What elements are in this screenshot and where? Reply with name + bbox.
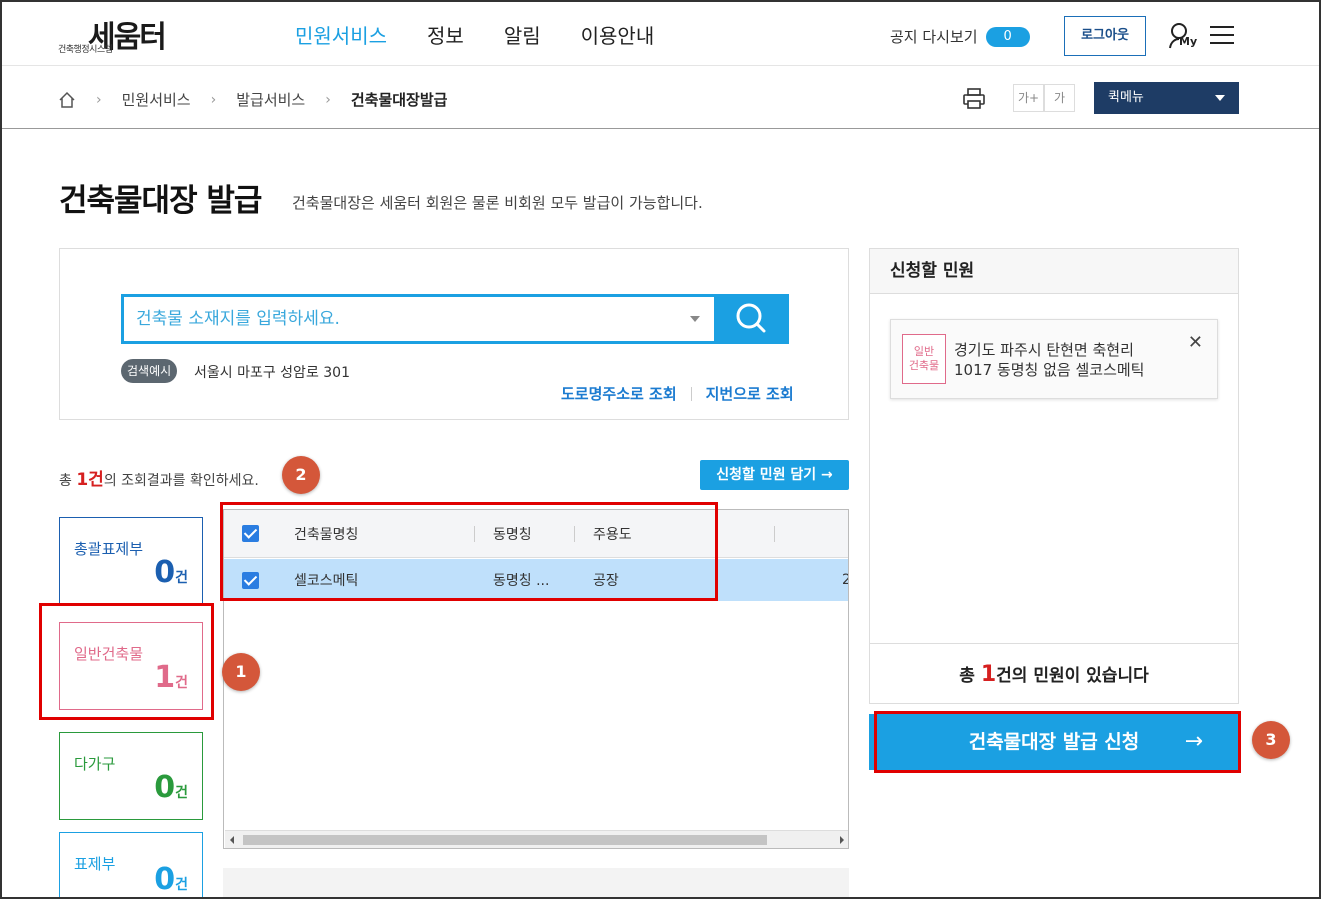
search-button[interactable]: [714, 294, 789, 344]
cell-truncated: 2: [842, 559, 848, 601]
summary-suffix: 건의 민원이 있습니다: [996, 666, 1149, 686]
logo[interactable]: 세움터 건축행정시스템: [58, 12, 198, 56]
tag-line: 건축물: [908, 359, 940, 372]
add-to-cart-button[interactable]: 신청할 민원 담기 →: [700, 460, 849, 490]
category-count: 0건: [154, 555, 188, 590]
address-line: 1017 동명칭 없음 셀코스메틱: [954, 361, 1145, 379]
breadcrumb: › 민원서비스 › 발급서비스 › 건축물대장발급: [58, 89, 447, 110]
result-summary: 총 1건의 조회결과를 확인하세요.: [59, 465, 259, 490]
print-icon[interactable]: [962, 87, 986, 109]
page-title: 건축물대장 발급: [59, 183, 262, 219]
detail-panel: [223, 868, 849, 897]
category-tab-summary-title[interactable]: 총괄표제부 0건: [59, 517, 203, 605]
cart-title: 신청할 민원: [870, 249, 1238, 294]
my-label: My: [1179, 35, 1198, 48]
cart-item-address: 경기도 파주시 탄현면 축현리 1017 동명칭 없음 셀코스메틱: [954, 340, 1144, 380]
nav-item-civil-service[interactable]: 민원서비스: [295, 20, 387, 49]
tag-line: 일반: [913, 345, 935, 358]
cart-item: 일반 건축물 경기도 파주시 탄현면 축현리 1017 동명칭 없음 셀코스메틱…: [890, 319, 1218, 399]
logo-subtitle: 건축행정시스템: [58, 45, 113, 55]
close-icon[interactable]: ✕: [1188, 332, 1203, 353]
search-example-text: 서울시 마포구 성암로 301: [194, 365, 350, 381]
breadcrumb-item-issue-service[interactable]: 발급서비스: [236, 89, 305, 110]
quick-menu-label: 퀵메뉴: [1108, 90, 1144, 105]
search-example-badge: 검색예시: [121, 359, 178, 383]
category-label: 총괄표제부: [74, 540, 144, 558]
caret-down-icon[interactable]: [690, 316, 700, 322]
scrollbar-thumb[interactable]: [243, 835, 767, 845]
chevron-right-icon: ›: [210, 91, 217, 108]
search-mode-links: 도로명주소로 조회 지번으로 조회: [561, 383, 794, 404]
scroll-left-icon[interactable]: [230, 836, 234, 844]
home-icon[interactable]: [58, 91, 76, 109]
category-tab-multi-household[interactable]: 다가구 0건: [59, 732, 203, 820]
notice-replay[interactable]: 공지 다시보기 0: [890, 26, 1030, 47]
header: 세움터 건축행정시스템 민원서비스 정보 알림 이용안내 공지 다시보기 0 로…: [2, 2, 1319, 66]
breadcrumb-item-current: 건축물대장발급: [350, 91, 448, 109]
quick-menu-dropdown[interactable]: 퀵메뉴: [1094, 82, 1239, 114]
highlight-box-step-1: [39, 603, 214, 720]
address-search-input[interactable]: [136, 309, 666, 329]
category-label: 표제부: [74, 855, 116, 873]
divider: [690, 386, 692, 401]
nav-item-info[interactable]: 정보: [427, 20, 464, 49]
application-cart: 신청할 민원 일반 건축물 경기도 파주시 탄현면 축현리 1017 동명칭 없…: [869, 248, 1239, 704]
highlight-box-step-3: [874, 711, 1241, 773]
search-panel: 검색예시 서울시 마포구 성암로 301 도로명주소로 조회 지번으로 조회: [59, 248, 849, 420]
result-count: 1건: [76, 470, 104, 490]
road-address-search-link[interactable]: 도로명주소로 조회: [561, 383, 677, 404]
font-size-controls: 가+ 가: [1013, 84, 1075, 112]
page-frame: 세움터 건축행정시스템 민원서비스 정보 알림 이용안내 공지 다시보기 0 로…: [0, 0, 1321, 899]
font-normal-button[interactable]: 가: [1044, 84, 1075, 112]
chevron-right-icon: ›: [96, 91, 102, 108]
nav-item-guide[interactable]: 이용안내: [581, 20, 655, 49]
notice-count-badge: 0: [985, 26, 1030, 47]
summary-prefix: 총: [959, 666, 981, 686]
step-badge-3: 3: [1252, 721, 1290, 759]
step-badge-1: 1: [222, 653, 260, 691]
chevron-right-icon: ›: [325, 91, 331, 108]
page-description: 건축물대장은 세움터 회원은 물론 비회원 모두 발급이 가능합니다.: [292, 194, 703, 212]
result-suffix: 의 조회결과를 확인하세요.: [103, 473, 259, 489]
step-badge-2: 2: [282, 456, 320, 494]
search-icon: [736, 303, 766, 333]
breadcrumb-item-civil-service[interactable]: 민원서비스: [122, 89, 191, 110]
category-tab-title-section[interactable]: 표제부 0건: [59, 832, 203, 897]
notice-label: 공지 다시보기: [890, 28, 978, 46]
lot-number-search-link[interactable]: 지번으로 조회: [706, 383, 794, 404]
main-nav: 민원서비스 정보 알림 이용안내: [295, 20, 654, 49]
scroll-right-icon[interactable]: [840, 836, 844, 844]
font-increase-button[interactable]: 가+: [1013, 84, 1044, 112]
caret-down-icon: [1215, 95, 1225, 101]
summary-count: 1: [980, 662, 997, 687]
result-prefix: 총: [59, 473, 77, 489]
address-search-bar: [121, 294, 789, 344]
cart-summary: 총 1건의 민원이 있습니다: [870, 643, 1238, 705]
highlight-box-step-2: [220, 502, 718, 601]
logout-button[interactable]: 로그아웃: [1064, 16, 1146, 56]
column-divider: [774, 526, 775, 542]
category-count: 0건: [154, 770, 188, 805]
category-count: 0건: [154, 862, 188, 897]
nav-item-notice[interactable]: 알림: [504, 20, 541, 49]
horizontal-scrollbar[interactable]: [225, 830, 848, 848]
breadcrumb-bar: › 민원서비스 › 발급서비스 › 건축물대장발급 가+ 가 퀵메뉴: [2, 67, 1319, 129]
hamburger-menu-icon[interactable]: [1210, 26, 1234, 46]
category-label: 다가구: [74, 755, 116, 773]
general-building-tag: 일반 건축물: [902, 334, 946, 384]
address-line: 경기도 파주시 탄현면 축현리: [954, 341, 1134, 359]
